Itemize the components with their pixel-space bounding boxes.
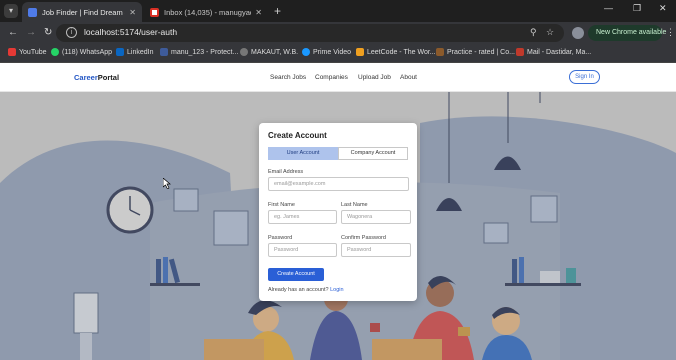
bookmark-label: Mail - Dastidar, Ma... — [527, 48, 592, 56]
site-info-icon[interactable]: i — [66, 27, 77, 38]
whatsapp-icon — [51, 48, 59, 56]
password-label: Password — [268, 235, 293, 241]
create-account-card: Create Account User Account Company Acco… — [259, 123, 417, 301]
job-finder-favicon-icon — [28, 7, 37, 17]
last-name-field[interactable]: Wagonera — [341, 210, 411, 224]
back-arrow-icon[interactable]: ← — [8, 26, 18, 40]
first-name-label: First Name — [268, 202, 295, 208]
bookmarks-bar: YouTube (118) WhatsApp LinkedIn manu_123… — [0, 44, 676, 63]
leetcode-icon — [356, 48, 364, 56]
close-window-icon[interactable]: ✕ — [659, 3, 667, 14]
bookmark-label: MAKAUT, W.B. — [251, 48, 299, 56]
bookmark-youtube[interactable]: YouTube — [8, 48, 47, 56]
bookmark-label: Prime Video — [313, 48, 352, 56]
password-field[interactable]: Password — [268, 243, 337, 257]
restore-icon[interactable]: ❐ — [633, 3, 641, 14]
bookmark-label: YouTube — [19, 48, 47, 56]
tab-title: Job Finder | Find Dream Job — [42, 7, 125, 17]
address-bar[interactable]: i localhost:5174/user-auth ⚲ ☆ — [56, 24, 564, 42]
login-link[interactable]: Login — [330, 287, 343, 293]
nav-about[interactable]: About — [400, 74, 417, 81]
pt-icon — [160, 48, 168, 56]
bookmark-mail[interactable]: Mail - Dastidar, Ma... — [516, 48, 591, 56]
forward-arrow-icon[interactable]: → — [26, 26, 36, 40]
nav-upload-job[interactable]: Upload Job — [358, 74, 391, 81]
minimize-icon[interactable]: — — [604, 3, 613, 13]
bookmark-prime-video[interactable]: Prime Video — [302, 48, 351, 56]
site-navbar: CareerPortal Search Jobs Companies Uploa… — [0, 63, 676, 92]
mouse-cursor-icon — [163, 178, 171, 189]
bookmark-label: Practice - rated | Co... — [447, 48, 515, 56]
sign-in-button[interactable]: Sign In — [569, 70, 600, 84]
first-name-field[interactable]: eg. James — [268, 210, 337, 224]
tab-title: Inbox (14,035) - manugyadasti — [164, 7, 251, 17]
confirm-password-label: Confirm Password — [341, 235, 386, 241]
browser-toolbar: ← → ↻ i localhost:5174/user-auth ⚲ ☆ New… — [0, 22, 676, 44]
bookmark-label: (118) WhatsApp — [62, 48, 113, 56]
bookmark-protect[interactable]: manu_123 - Protect... — [160, 48, 238, 56]
prime-video-icon — [302, 48, 310, 56]
careerportal-logo[interactable]: CareerPortal — [74, 73, 119, 82]
already-text: Already has an account? — [268, 287, 329, 293]
bookmark-star-icon[interactable]: ☆ — [546, 27, 554, 38]
linkedin-icon — [116, 48, 124, 56]
tab-search-chevron-icon[interactable]: ▾ — [4, 4, 18, 18]
email-label: Email Address — [268, 169, 304, 175]
youtube-icon — [8, 48, 16, 56]
bookmark-makaut[interactable]: MAKAUT, W.B. — [240, 48, 298, 56]
zoom-search-icon[interactable]: ⚲ — [530, 27, 537, 38]
already-have-account: Already has an account? Login — [268, 287, 344, 293]
web-page: CareerPortal Search Jobs Companies Uploa… — [0, 63, 676, 360]
tab-job-finder[interactable]: Job Finder | Find Dream Job ✕ — [22, 2, 142, 22]
new-chrome-available-button[interactable]: New Chrome available — [588, 25, 666, 41]
create-account-title: Create Account — [268, 131, 327, 140]
logo-part-career: Career — [74, 73, 98, 82]
bookmark-label: LinkedIn — [127, 48, 154, 56]
email-field[interactable]: email@example.com — [268, 177, 409, 191]
gmail-favicon-icon — [150, 7, 159, 17]
bookmark-linkedin[interactable]: LinkedIn — [116, 48, 153, 56]
tab-strip: ▾ Job Finder | Find Dream Job ✕ Inbox (1… — [0, 0, 676, 22]
last-name-label: Last Name — [341, 202, 368, 208]
globe-icon — [240, 48, 248, 56]
profile-avatar[interactable] — [572, 27, 584, 39]
tab-inbox[interactable]: Inbox (14,035) - manugyadasti ✕ — [144, 2, 268, 22]
bookmark-whatsapp[interactable]: (118) WhatsApp — [51, 48, 112, 56]
company-account-tab[interactable]: Company Account — [338, 147, 408, 160]
user-account-tab[interactable]: User Account — [268, 147, 338, 160]
bookmark-leetcode[interactable]: LeetCode - The Wor... — [356, 48, 436, 56]
bookmark-codechef[interactable]: Practice - rated | Co... — [436, 48, 515, 56]
nav-search-jobs[interactable]: Search Jobs — [270, 74, 306, 81]
close-tab-icon[interactable]: ✕ — [255, 8, 262, 17]
close-tab-icon[interactable]: ✕ — [129, 8, 136, 17]
create-account-button[interactable]: Create Account — [268, 268, 324, 281]
codechef-icon — [436, 48, 444, 56]
mail-icon — [516, 48, 524, 56]
logo-part-portal: Portal — [97, 73, 120, 82]
reload-icon[interactable]: ↻ — [44, 26, 52, 40]
bookmark-label: manu_123 - Protect... — [171, 48, 239, 56]
menu-kebab-icon[interactable]: ⋮ — [666, 27, 675, 38]
url-text[interactable]: localhost:5174/user-auth — [84, 27, 177, 37]
nav-companies[interactable]: Companies — [315, 74, 348, 81]
bookmark-label: LeetCode - The Wor... — [367, 48, 436, 56]
new-tab-plus-icon[interactable]: + — [274, 4, 281, 18]
confirm-password-field[interactable]: Password — [341, 243, 411, 257]
